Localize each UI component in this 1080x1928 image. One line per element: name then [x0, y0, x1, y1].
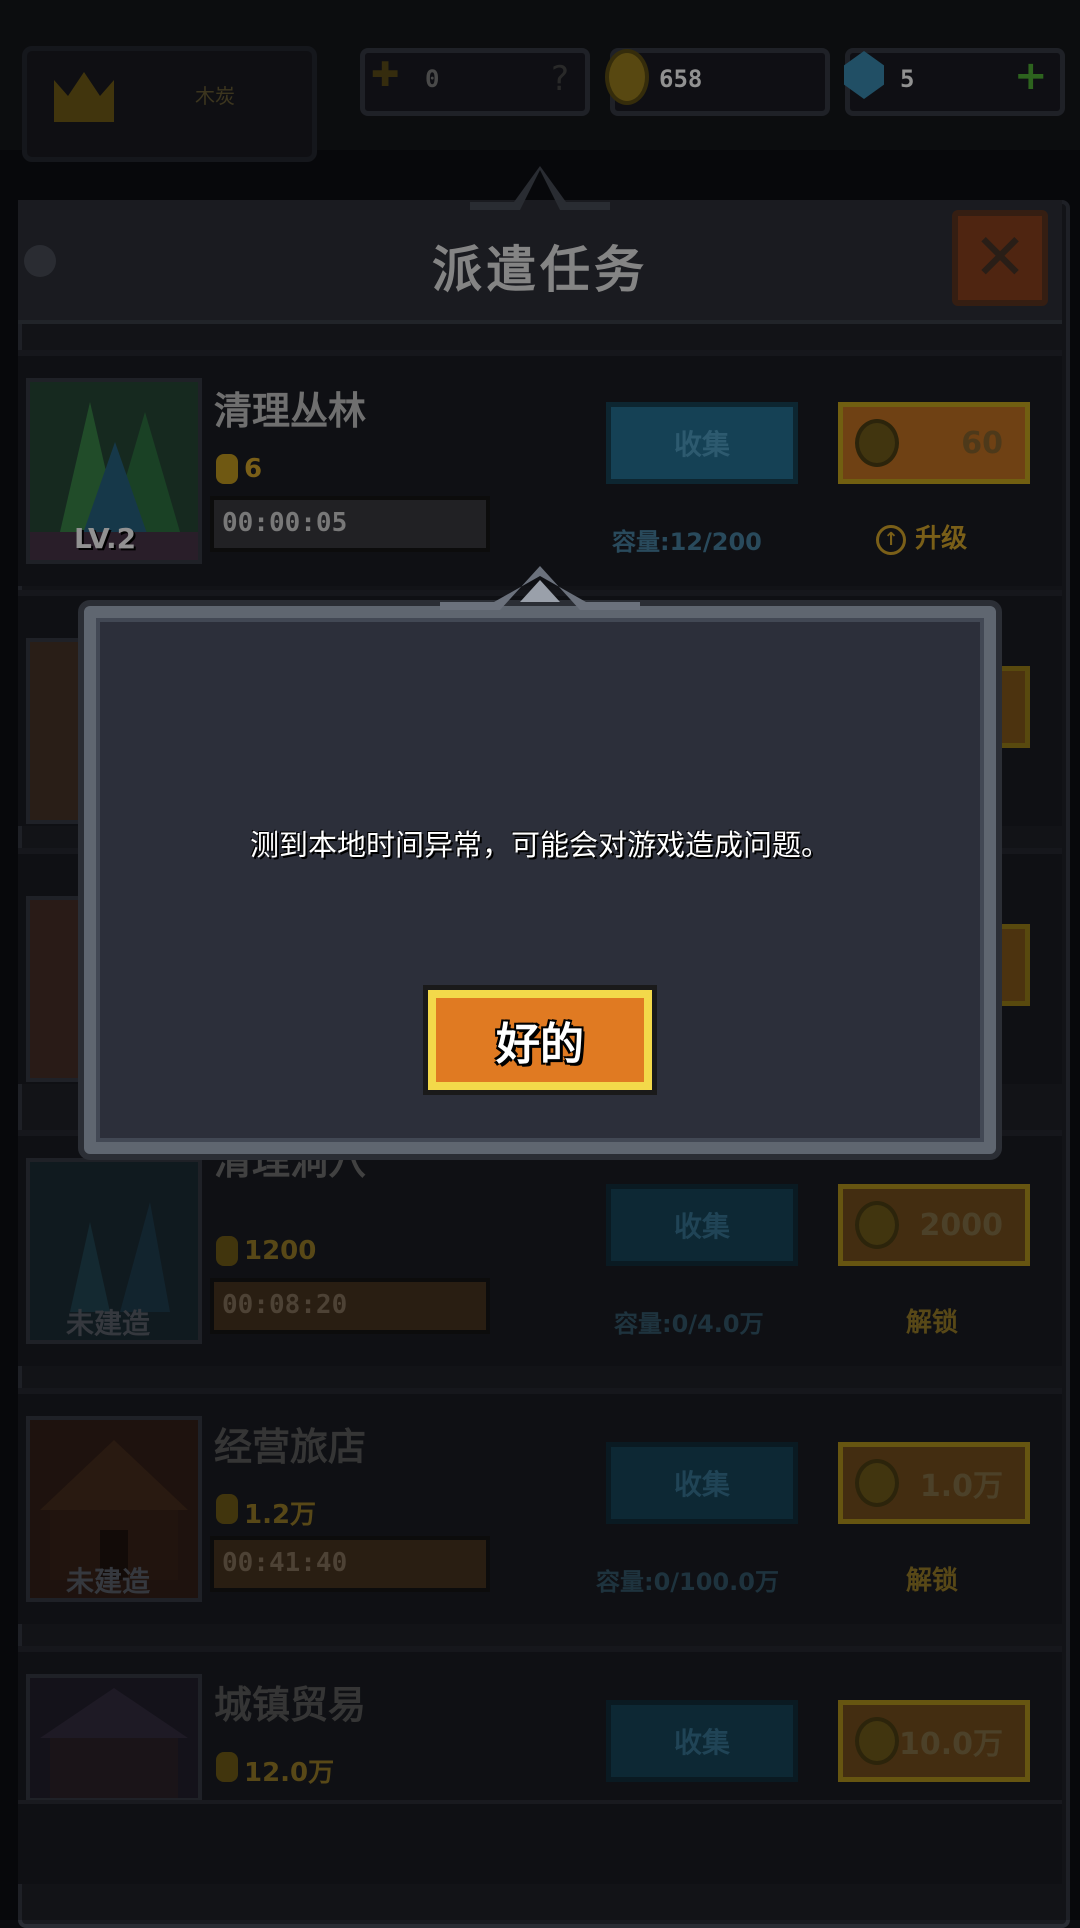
- dialog-message: 测到本地时间异常，可能会对游戏造成问题。: [249, 828, 830, 862]
- dialog-ornament-icon: [440, 566, 640, 610]
- ok-button[interactable]: 好的: [428, 990, 652, 1090]
